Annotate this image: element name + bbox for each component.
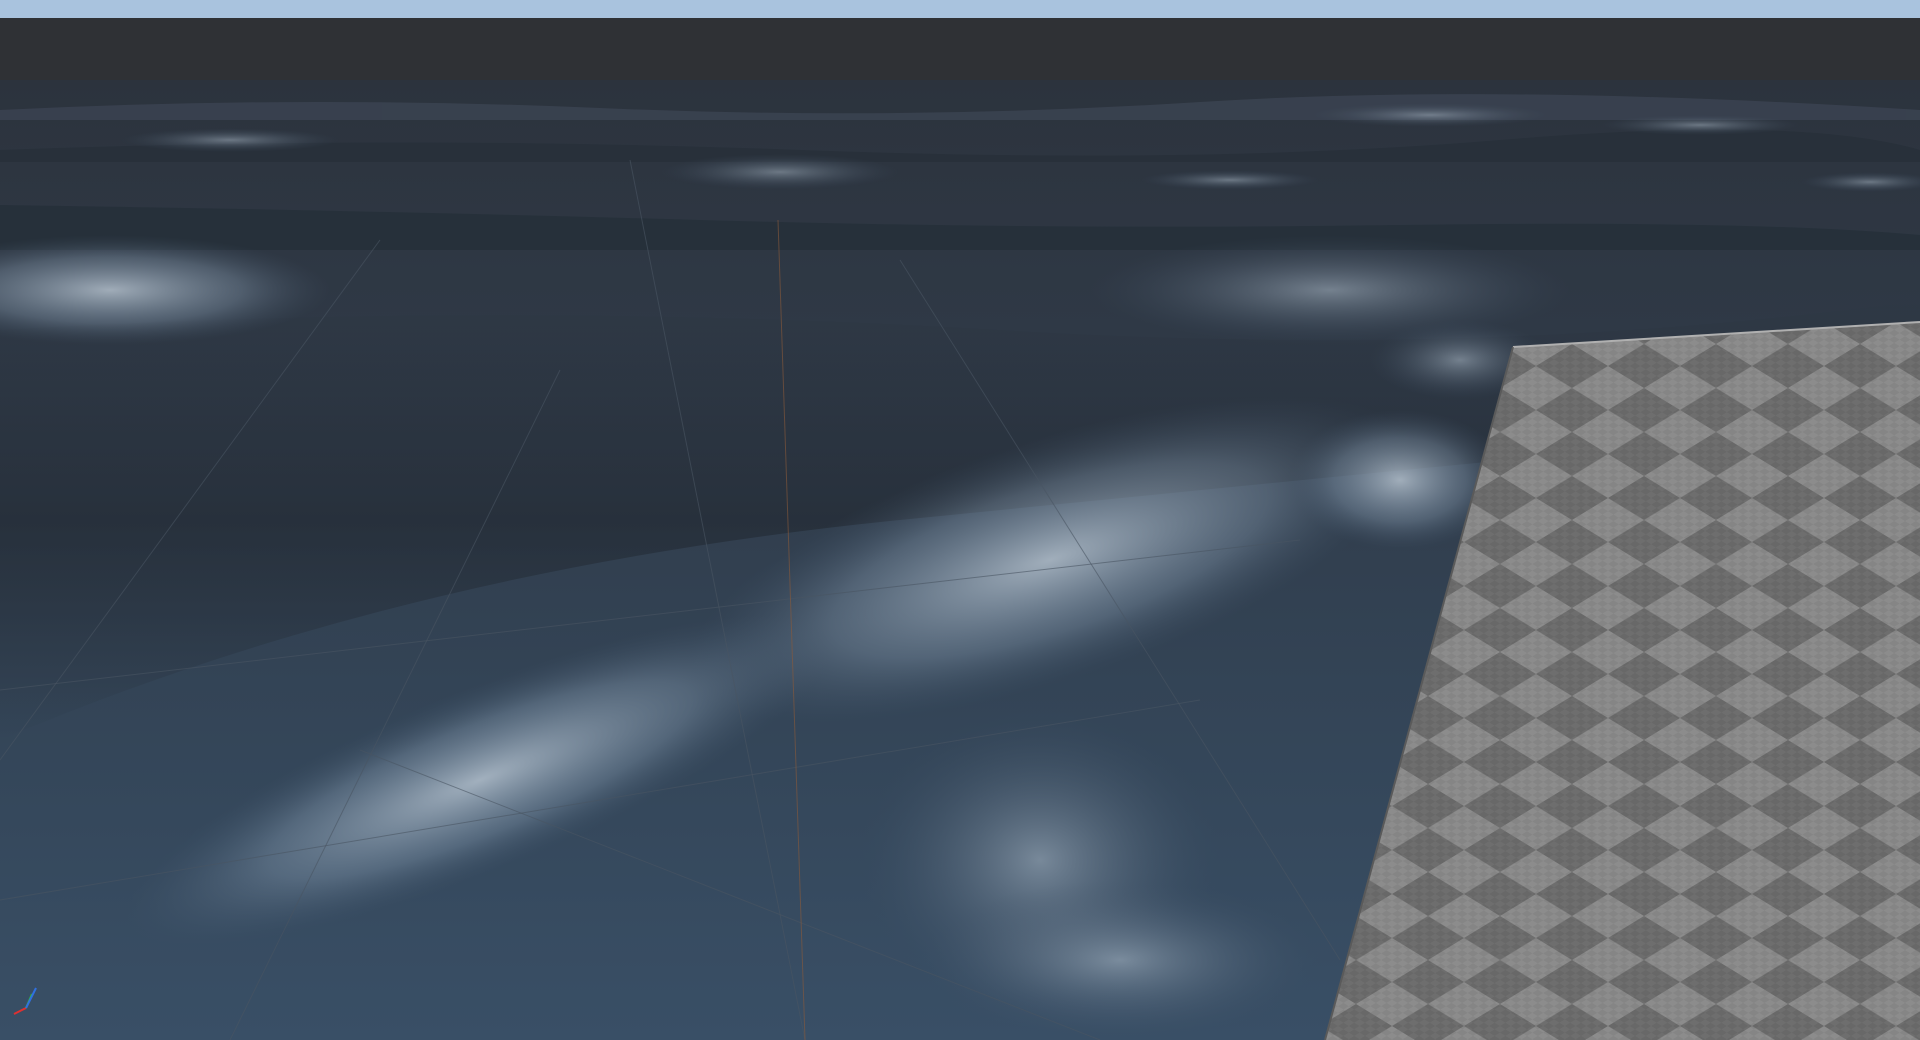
scene-viewport[interactable] (0, 0, 1920, 1040)
scene-render (0, 80, 1920, 1040)
axis-gizmo-icon[interactable] (6, 980, 46, 1020)
